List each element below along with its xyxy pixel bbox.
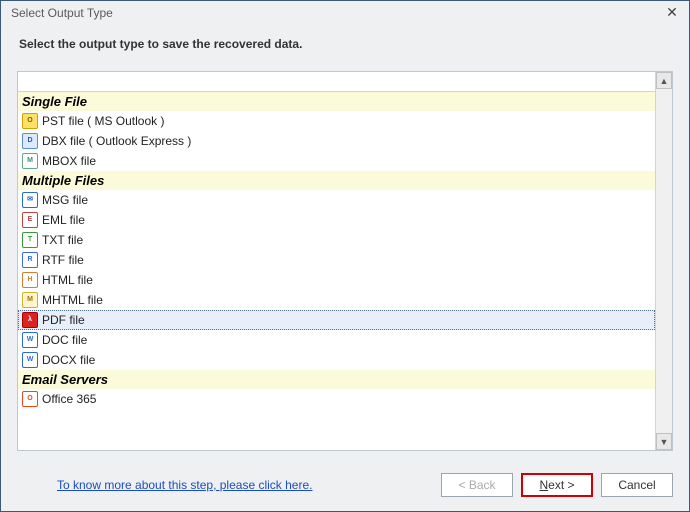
help-link[interactable]: To know more about this step, please cli… <box>17 478 433 492</box>
cancel-button[interactable]: Cancel <box>601 473 673 497</box>
group-email-servers: Email Servers <box>18 370 655 389</box>
dbx-icon: D <box>22 133 38 149</box>
item-msg[interactable]: ✉ MSG file <box>18 190 655 210</box>
instruction-text: Select the output type to save the recov… <box>1 25 689 71</box>
item-doc[interactable]: W DOC file <box>18 330 655 350</box>
item-label: DOCX file <box>42 353 95 367</box>
item-label: DBX file ( Outlook Express ) <box>42 134 191 148</box>
item-pst[interactable]: O PST file ( MS Outlook ) <box>18 111 655 131</box>
next-button[interactable]: Next > <box>521 473 593 497</box>
footer: To know more about this step, please cli… <box>1 459 689 511</box>
office365-icon: O <box>22 391 38 407</box>
msg-icon: ✉ <box>22 192 38 208</box>
item-rtf[interactable]: R RTF file <box>18 250 655 270</box>
listbox-inner: Single File O PST file ( MS Outlook ) D … <box>18 72 655 450</box>
scroll-down-button[interactable]: ▼ <box>656 433 672 450</box>
item-pdf[interactable]: λ PDF file <box>18 310 655 330</box>
back-button[interactable]: < Back <box>441 473 513 497</box>
item-label: MSG file <box>42 193 88 207</box>
item-mhtml[interactable]: M MHTML file <box>18 290 655 310</box>
list-body: Single File O PST file ( MS Outlook ) D … <box>18 92 655 450</box>
scroll-track[interactable] <box>656 89 672 433</box>
eml-icon: E <box>22 212 38 228</box>
item-docx[interactable]: W DOCX file <box>18 350 655 370</box>
item-label: RTF file <box>42 253 84 267</box>
docx-icon: W <box>22 352 38 368</box>
close-icon[interactable]: ✕ <box>661 4 683 22</box>
item-txt[interactable]: T TXT file <box>18 230 655 250</box>
item-label: PDF file <box>42 313 85 327</box>
item-label: HTML file <box>42 273 93 287</box>
html-icon: H <box>22 272 38 288</box>
item-dbx[interactable]: D DBX file ( Outlook Express ) <box>18 131 655 151</box>
item-label: MBOX file <box>42 154 96 168</box>
pst-icon: O <box>22 113 38 129</box>
item-label: TXT file <box>42 233 83 247</box>
group-multiple-files: Multiple Files <box>18 171 655 190</box>
output-type-listbox: Single File O PST file ( MS Outlook ) D … <box>17 71 673 451</box>
mbox-icon: M <box>22 153 38 169</box>
group-single-file: Single File <box>18 92 655 111</box>
item-eml[interactable]: E EML file <box>18 210 655 230</box>
titlebar: Select Output Type ✕ <box>1 1 689 25</box>
doc-icon: W <box>22 332 38 348</box>
item-office365[interactable]: O Office 365 <box>18 389 655 409</box>
item-label: MHTML file <box>42 293 103 307</box>
list-column-header <box>18 72 655 92</box>
rtf-icon: R <box>22 252 38 268</box>
item-mbox[interactable]: M MBOX file <box>18 151 655 171</box>
item-label: DOC file <box>42 333 87 347</box>
item-label: Office 365 <box>42 392 96 406</box>
txt-icon: T <box>22 232 38 248</box>
item-html[interactable]: H HTML file <box>18 270 655 290</box>
dialog-window: Select Output Type ✕ Select the output t… <box>0 0 690 512</box>
pdf-icon: λ <box>22 312 38 328</box>
window-title: Select Output Type <box>7 6 661 20</box>
mhtml-icon: M <box>22 292 38 308</box>
item-label: EML file <box>42 213 85 227</box>
item-label: PST file ( MS Outlook ) <box>42 114 164 128</box>
content-area: Single File O PST file ( MS Outlook ) D … <box>1 71 689 459</box>
vertical-scrollbar[interactable]: ▲ ▼ <box>655 72 672 450</box>
scroll-up-button[interactable]: ▲ <box>656 72 672 89</box>
